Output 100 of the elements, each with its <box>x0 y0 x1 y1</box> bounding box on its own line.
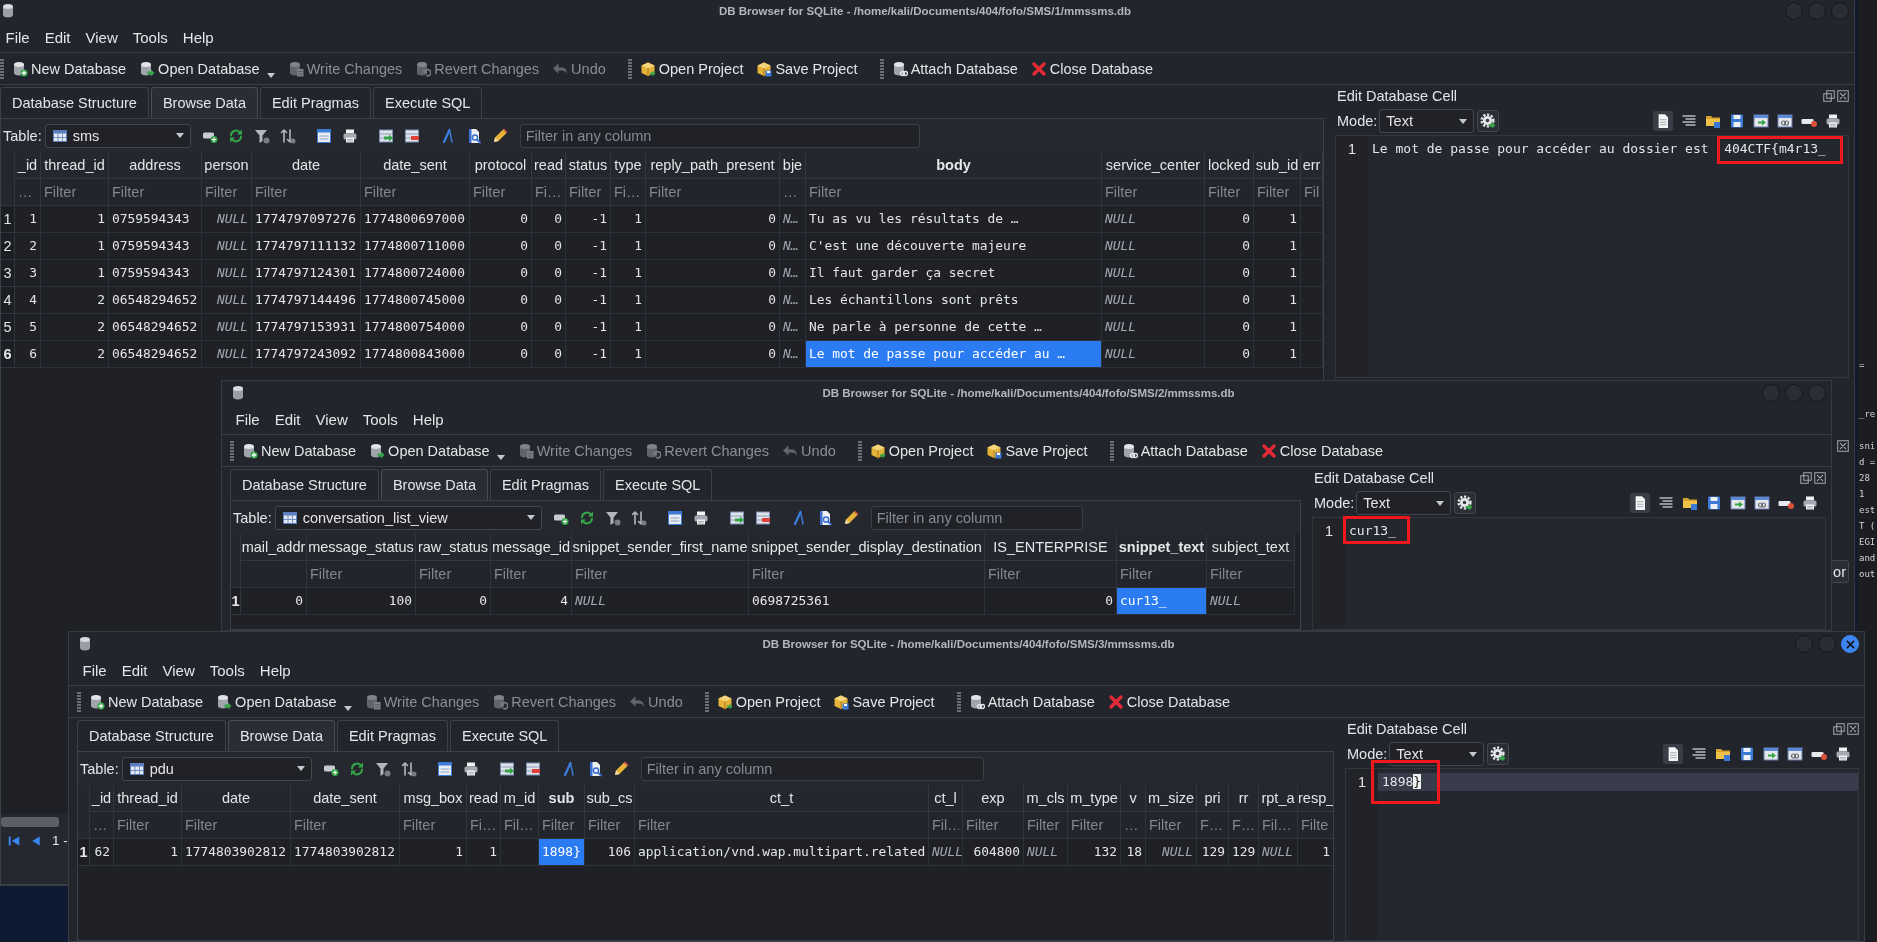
filter-field[interactable]: Filter <box>1024 812 1068 839</box>
toolbar-button[interactable]: Open Database <box>136 55 278 82</box>
column-header[interactable]: m_cls <box>1024 785 1068 812</box>
filter-field[interactable]: Fi… <box>532 179 566 206</box>
column-header[interactable]: mail_addr <box>241 534 307 561</box>
column-header[interactable]: body <box>806 152 1102 179</box>
toolbar-grip[interactable] <box>1109 440 1114 461</box>
column-header[interactable]: raw_status <box>416 534 491 561</box>
toolbar-button[interactable]: Save Project <box>983 437 1091 464</box>
filter-field[interactable]: Filter <box>202 179 252 206</box>
menu-item[interactable]: View <box>308 411 356 428</box>
table-icon[interactable] <box>377 127 394 144</box>
column-header[interactable]: locked <box>1205 152 1254 179</box>
column-header[interactable]: type <box>611 152 646 179</box>
column-header[interactable]: reply_path_present <box>646 152 780 179</box>
column-header[interactable]: snippet_sender_display_destination <box>749 534 985 561</box>
tab[interactable]: Edit Pragmas <box>336 720 448 751</box>
tab[interactable]: Execute SQL <box>373 87 483 118</box>
toolbar-grip[interactable] <box>627 58 632 79</box>
filter-field[interactable]: Filter in any column <box>519 123 920 148</box>
toolbar-button[interactable]: Close Database <box>1027 55 1157 82</box>
toolbar-button[interactable]: Open Project <box>866 437 977 464</box>
table-icon[interactable] <box>666 509 683 526</box>
column-header[interactable]: m_size <box>1146 785 1197 812</box>
toolbar-button[interactable]: Attach Database <box>965 688 1098 715</box>
filter-field[interactable]: Fil <box>1301 179 1323 206</box>
printer-icon[interactable] <box>692 509 709 526</box>
toolbar-button[interactable]: New Database <box>86 688 207 715</box>
menu-item[interactable]: Tools <box>355 411 406 428</box>
mode-select[interactable]: Text <box>1379 109 1475 133</box>
close-icon[interactable] <box>1847 723 1859 735</box>
filter-field[interactable]: Filter <box>1207 561 1295 588</box>
column-header[interactable]: pri <box>1197 785 1229 812</box>
column-header[interactable]: message_id <box>491 534 572 561</box>
printer-icon[interactable] <box>462 760 479 777</box>
filter-field[interactable]: Filter <box>470 179 532 206</box>
toolbar-button[interactable]: Close Database <box>1104 688 1234 715</box>
column-header[interactable]: msg_box <box>400 785 467 812</box>
filter-field[interactable]: Filter <box>806 179 1102 206</box>
menu-item[interactable]: Edit <box>114 662 156 679</box>
menu-item[interactable]: Tools <box>125 29 176 46</box>
filter-field[interactable]: Fil… <box>929 812 963 839</box>
text-lines-icon[interactable] <box>1691 746 1707 762</box>
table-icon[interactable] <box>315 127 332 144</box>
previous-icon[interactable] <box>30 834 42 847</box>
column-header[interactable]: status <box>566 152 611 179</box>
filter-field[interactable]: Filter <box>646 179 780 206</box>
sort-icon[interactable] <box>630 509 647 526</box>
tab[interactable]: Browse Data <box>227 720 335 751</box>
column-header[interactable]: err <box>1301 152 1323 179</box>
printer-icon[interactable] <box>341 127 358 144</box>
filter-field[interactable]: Filter <box>572 561 749 588</box>
filter-field[interactable]: Filter <box>1117 561 1207 588</box>
table-icon[interactable] <box>524 760 541 777</box>
filter-field[interactable]: Fi… <box>611 179 646 206</box>
column-header[interactable]: protocol <box>470 152 532 179</box>
close-icon[interactable] <box>1837 440 1849 452</box>
column-header[interactable]: date <box>182 785 291 812</box>
menu-item[interactable]: File <box>0 29 38 46</box>
settings-button[interactable] <box>1487 743 1510 765</box>
filter-field[interactable]: Filter <box>114 812 182 839</box>
filter-field[interactable]: Filter <box>416 561 491 588</box>
column-header[interactable]: snippet_text <box>1117 534 1207 561</box>
column-header[interactable]: sub <box>539 785 585 812</box>
toolbar-grip[interactable] <box>857 440 862 461</box>
tab[interactable]: Execute SQL <box>603 469 713 500</box>
menu-item[interactable]: View <box>155 662 203 679</box>
pencil-icon[interactable] <box>491 127 508 144</box>
settings-button[interactable] <box>1477 110 1500 132</box>
filter-field[interactable]: F… <box>1197 812 1229 839</box>
row-number[interactable]: 4 <box>1 287 15 314</box>
filter-field[interactable]: Filter <box>109 179 202 206</box>
filter-field[interactable]: … <box>15 179 41 206</box>
table-icon[interactable] <box>728 509 745 526</box>
filter-field[interactable]: Filter <box>635 812 929 839</box>
filter-field[interactable]: … <box>780 179 806 206</box>
folder-icon[interactable] <box>1705 113 1721 129</box>
text-editor[interactable]: 1 1898} <box>1345 768 1859 941</box>
float-icon[interactable] <box>1823 90 1835 102</box>
filter-field[interactable]: Fil… <box>501 812 539 839</box>
filter-field[interactable]: Filter <box>749 561 985 588</box>
filter-field[interactable]: Filter <box>1102 179 1205 206</box>
toolbar-button[interactable]: New Database <box>239 437 360 464</box>
filter-field[interactable]: Filter in any column <box>870 505 1083 530</box>
column-header[interactable]: service_center <box>1102 152 1205 179</box>
toolbar-grip[interactable] <box>230 440 234 461</box>
tab[interactable]: Database Structure <box>77 720 226 751</box>
document-icon[interactable] <box>1663 744 1683 764</box>
text-editor[interactable]: 1 cur13_ <box>1312 517 1826 630</box>
menu-item[interactable]: Help <box>175 29 222 46</box>
tab[interactable]: Database Structure <box>0 87 149 118</box>
column-header[interactable]: _id <box>15 152 41 179</box>
pencil-icon[interactable] <box>612 760 629 777</box>
column-header[interactable]: thread_id <box>41 152 109 179</box>
menu-item[interactable]: View <box>78 29 126 46</box>
document-icon[interactable] <box>1653 111 1673 131</box>
toolbar-button[interactable]: Open Project <box>636 55 747 82</box>
tab[interactable]: Edit Pragmas <box>259 87 371 118</box>
column-header[interactable]: message_status <box>307 534 416 561</box>
refresh-icon[interactable] <box>578 509 595 526</box>
